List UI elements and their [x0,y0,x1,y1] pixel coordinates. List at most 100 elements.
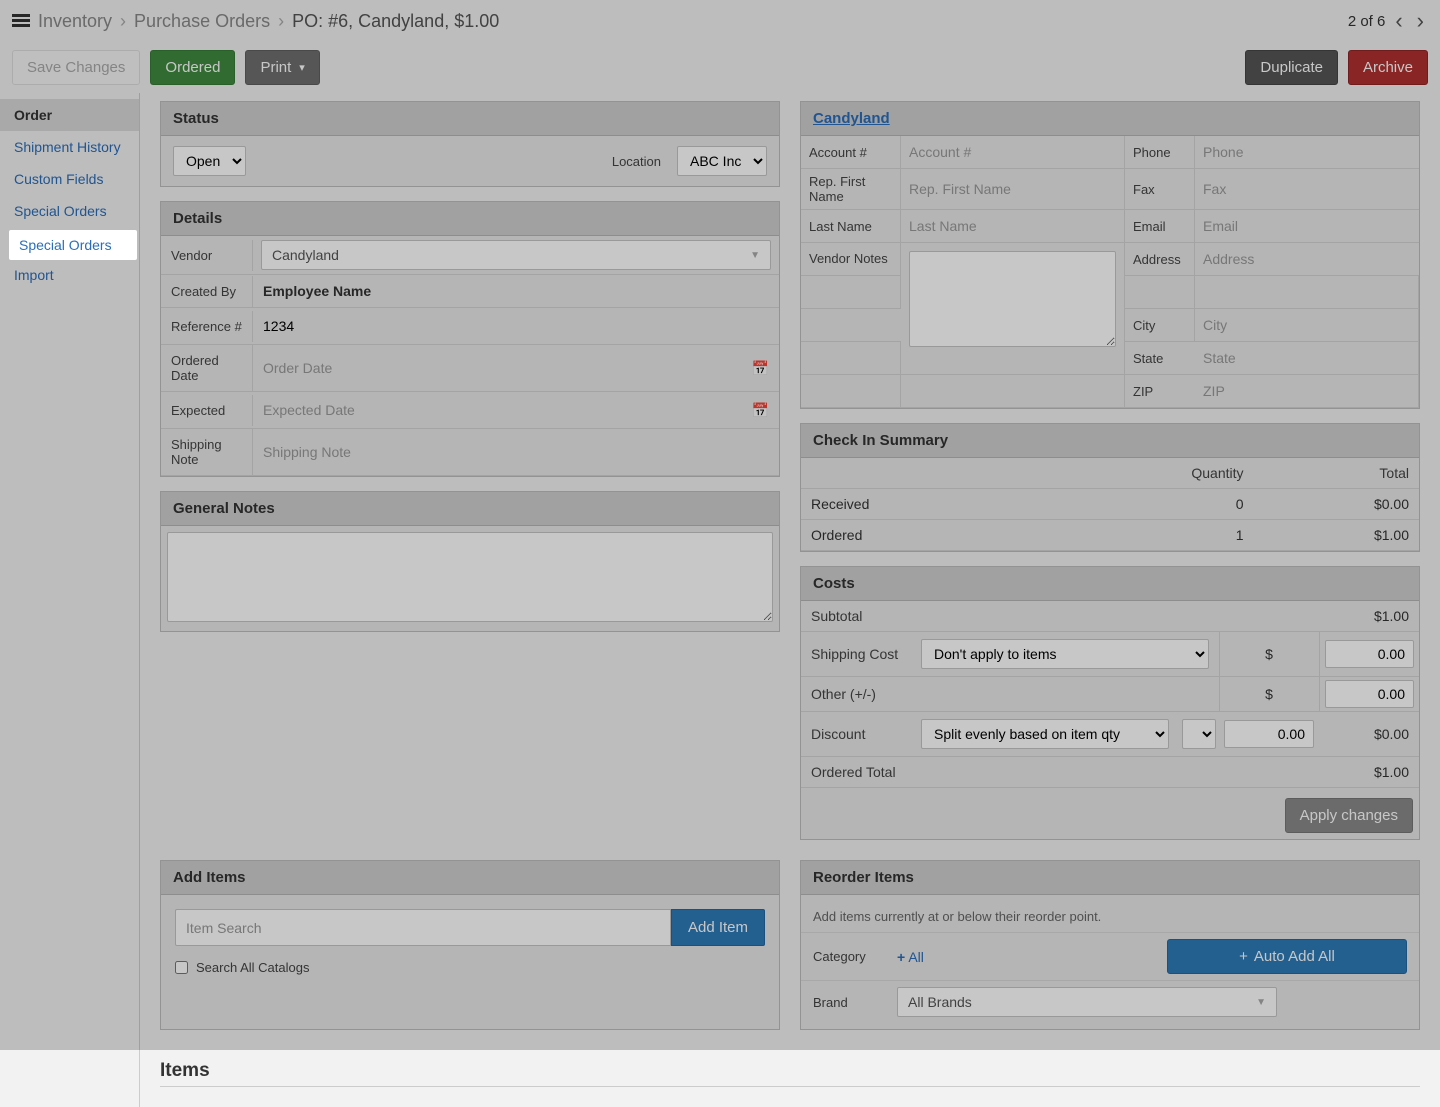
print-button[interactable]: Print▾ [245,50,319,85]
checkin-panel: Check In Summary Quantity Total Received… [800,423,1420,552]
address-label: Address [1125,243,1195,276]
general-notes-textarea[interactable] [167,532,773,622]
search-all-catalogs-label: Search All Catalogs [196,960,309,975]
vendor-email-label: Email [1125,210,1195,243]
checkin-row-total: $1.00 [1254,520,1420,551]
pager-next-icon[interactable]: › [1413,8,1428,34]
checkin-row-total: $0.00 [1254,489,1420,520]
other-label: Other (+/-) [801,677,911,712]
orderedtotal-label: Ordered Total [801,757,911,788]
repfirst-label: Rep. First Name [801,169,901,210]
reorder-panel: Reorder Items Add items currently at or … [800,860,1420,1030]
chevron-right-icon: › [278,11,284,32]
items-section-header: Items [160,1050,1420,1087]
chevron-down-icon: ▼ [1256,997,1266,1008]
reorder-hint: Add items currently at or below their re… [801,901,1419,932]
breadcrumb-current: PO: #6, Candyland, $1.00 [292,11,499,32]
createdby-label: Created By [161,276,253,307]
subtotal-label: Subtotal [801,601,911,632]
phone-input[interactable] [1203,141,1411,163]
orderedtotal-value: $1.00 [1319,757,1419,788]
auto-add-all-button[interactable]: +Auto Add All [1167,939,1407,974]
breadcrumb-purchase-orders[interactable]: Purchase Orders [134,11,270,32]
fax-input[interactable] [1203,178,1411,200]
item-search-input[interactable] [175,909,671,946]
discount-method-select[interactable]: Split evenly based on item qty [921,719,1169,749]
plus-icon: + [1239,948,1248,965]
ordered-date-input[interactable] [261,354,744,382]
apply-changes-button[interactable]: Apply changes [1285,798,1413,833]
discount-value-input[interactable] [1224,720,1314,748]
shipping-note-input[interactable] [261,438,771,466]
phone-label: Phone [1125,136,1195,169]
account-label: Account # [801,136,901,169]
other-cost-input[interactable] [1325,680,1415,708]
sidebar-item-special-orders[interactable]: Special Orders [0,195,139,227]
vendor-panel: Candyland Account # Phone Rep. First Nam… [800,101,1420,409]
repfirst-input[interactable] [909,178,1116,200]
currency-symbol: $ [1219,632,1319,677]
address-input[interactable] [1203,248,1411,270]
status-panel: Status Open Location ABC Inc [160,101,780,187]
duplicate-button[interactable]: Duplicate [1245,50,1338,85]
sidebar-item-shipment-history[interactable]: Shipment History [0,131,139,163]
fax-label: Fax [1125,169,1195,210]
archive-button[interactable]: Archive [1348,50,1428,85]
ordered-button[interactable]: Ordered [150,50,235,85]
location-label: Location [612,154,661,169]
general-notes-panel: General Notes [160,491,780,632]
reference-input[interactable] [261,312,771,340]
sidebar-item-import[interactable]: Import [0,259,139,291]
reorder-header: Reorder Items [801,861,1419,895]
zip-input[interactable] [1203,380,1410,402]
save-button[interactable]: Save Changes [12,50,140,85]
add-item-button[interactable]: Add Item [671,909,765,946]
discount-unit-select[interactable]: $ [1182,719,1216,749]
vendor-select[interactable]: Candyland▼ [261,240,771,270]
vendor-link[interactable]: Candyland [813,110,890,127]
general-notes-header: General Notes [161,492,779,526]
calendar-icon[interactable]: 📅 [752,402,779,419]
chevron-right-icon: › [120,11,126,32]
shipping-cost-input[interactable] [1325,640,1415,668]
category-all-link[interactable]: + All [897,949,924,965]
checkin-col-total: Total [1254,458,1420,489]
search-all-catalogs-checkbox[interactable] [175,961,188,974]
subtotal-value: $1.00 [1319,601,1419,632]
breadcrumb-inventory[interactable]: Inventory [38,11,112,32]
status-select[interactable]: Open [173,146,246,176]
address2-input[interactable] [1203,281,1410,303]
currency-symbol: $ [1219,677,1319,712]
menu-icon[interactable] [12,14,30,28]
lastname-input[interactable] [909,215,1116,237]
account-input[interactable] [909,141,1116,163]
shipping-apply-select[interactable]: Don't apply to items [921,639,1209,669]
pager-prev-icon[interactable]: ‹ [1391,8,1406,34]
city-input[interactable] [1203,314,1410,336]
sidebar-item-order[interactable]: Order [0,99,139,131]
location-select[interactable]: ABC Inc [677,146,767,176]
category-label: Category [813,949,883,964]
checkin-row-qty: 1 [1037,520,1254,551]
shipping-label: Shipping Cost [801,632,911,677]
vendor-notes-label: Vendor Notes [801,243,901,276]
costs-panel: Costs Subtotal $1.00 Shipping Cost Don't… [800,566,1420,840]
state-label: State [1125,342,1195,375]
checkin-col-qty: Quantity [1037,458,1254,489]
calendar-icon[interactable]: 📅 [752,360,779,377]
expected-date-input[interactable] [261,396,744,424]
vendor-email-input[interactable] [1203,215,1411,237]
breadcrumb: Inventory › Purchase Orders › PO: #6, Ca… [38,11,499,32]
sidebar-item-custom-fields[interactable]: Custom Fields [0,163,139,195]
vendor-notes-textarea[interactable] [909,251,1116,347]
ordered-date-label: Ordered Date [161,345,253,391]
state-input[interactable] [1203,347,1410,369]
city-label: City [1125,309,1195,342]
brand-select[interactable]: All Brands▼ [897,987,1277,1017]
chevron-down-icon: ▾ [299,61,305,74]
checkin-row-qty: 0 [1037,489,1254,520]
sidebar-item-special-orders-highlighted[interactable]: Special Orders [19,237,112,253]
add-items-panel: Add Items Add Item Search All Catalogs [160,860,780,1030]
add-items-header: Add Items [161,861,779,895]
status-header: Status [161,102,779,136]
